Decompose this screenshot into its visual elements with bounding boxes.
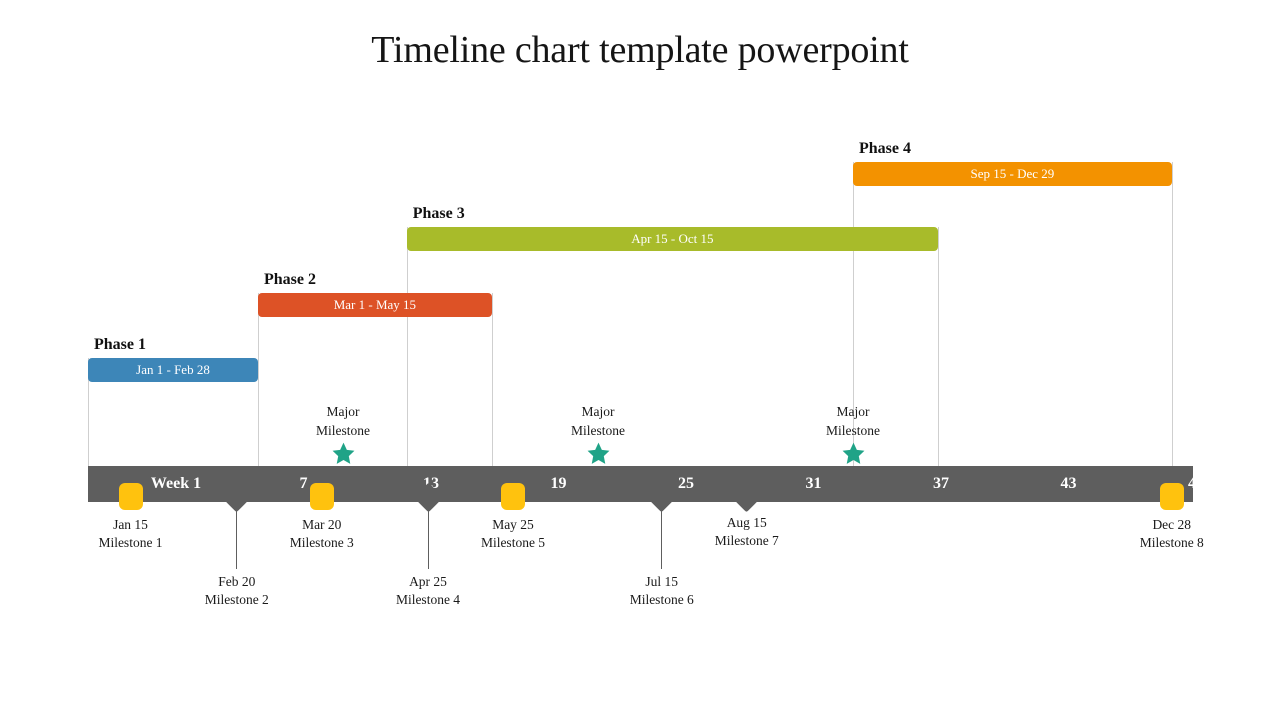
milestone-name: Milestone 6 bbox=[629, 592, 694, 608]
phase-group-3: Phase 3 Apr 15 - Oct 15 bbox=[406, 205, 938, 251]
milestone-7[interactable]: Aug 15 Milestone 7 bbox=[672, 482, 822, 550]
timeline-chart: Phase 1 Jan 1 - Feb 28 Phase 2 Mar 1 - May … bbox=[0, 0, 1280, 720]
milestone-date: Apr 25 bbox=[409, 574, 447, 589]
milestone-date: Feb 20 bbox=[218, 574, 256, 589]
major-milestone-1: Major Milestone bbox=[283, 402, 403, 466]
milestone-connector-line bbox=[236, 511, 238, 569]
milestone-square-marker bbox=[501, 483, 525, 510]
gridline-phase2-start bbox=[258, 293, 259, 466]
milestone-name: Milestone 5 bbox=[480, 535, 546, 551]
milestone-square-marker bbox=[1159, 483, 1184, 510]
major-milestone-2: Major Milestone bbox=[538, 402, 658, 466]
phase-label-3: Phase 3 bbox=[412, 205, 465, 222]
milestone-name: Milestone 7 bbox=[714, 533, 779, 549]
milestone-text: Jul 15 Milestone 6 bbox=[587, 573, 737, 609]
gridline-phase2-end bbox=[492, 293, 493, 466]
major-milestone-label: Major Milestone bbox=[571, 404, 625, 439]
major-milestone-3: Major Milestone bbox=[793, 402, 913, 466]
milestone-square-marker bbox=[309, 483, 334, 510]
phase-bar-1[interactable]: Jan 1 - Feb 28 bbox=[88, 358, 258, 382]
milestone-diamond-marker bbox=[731, 482, 762, 513]
star-icon bbox=[332, 442, 354, 465]
milestone-date: May 25 bbox=[492, 517, 534, 532]
phase-bar-4[interactable]: Sep 15 - Dec 29 bbox=[853, 162, 1172, 186]
major-milestone-label: Major Milestone bbox=[316, 404, 370, 439]
star-icon bbox=[842, 442, 864, 465]
phase-bar-3[interactable]: Apr 15 - Oct 15 bbox=[406, 227, 938, 251]
milestone-text: Aug 15 Milestone 7 bbox=[672, 514, 822, 550]
milestone-date: Aug 15 bbox=[726, 515, 767, 530]
phase-label-2: Phase 2 bbox=[264, 271, 316, 288]
gridline-phase4-end bbox=[1172, 162, 1173, 466]
milestone-text: Feb 20 Milestone 2 bbox=[162, 573, 312, 609]
phase-label-1: Phase 1 bbox=[94, 336, 146, 353]
phase-bar-2[interactable]: Mar 1 - May 15 bbox=[258, 293, 492, 317]
major-milestone-label: Major Milestone bbox=[826, 404, 880, 439]
gridline-phase3-start bbox=[407, 227, 408, 466]
milestone-name: Milestone 4 bbox=[395, 592, 461, 608]
phase-label-4: Phase 4 bbox=[859, 140, 911, 157]
milestone-date: Dec 28 bbox=[1152, 517, 1192, 532]
phase-group-4: Phase 4 Sep 15 - Dec 29 bbox=[853, 140, 1172, 186]
milestone-name: Milestone 8 bbox=[1139, 535, 1204, 551]
phase-group-2: Phase 2 Mar 1 - May 15 bbox=[258, 271, 492, 317]
week-tick-37: 37 bbox=[933, 475, 949, 492]
star-icon bbox=[587, 442, 609, 465]
slide-canvas: Timeline chart template powerpoint Phase… bbox=[0, 0, 1280, 720]
gridline-phase3-end bbox=[938, 227, 939, 466]
milestone-text: May 25 Milestone 5 bbox=[438, 516, 588, 552]
milestone-connector-line bbox=[661, 511, 663, 569]
milestone-text: Dec 28 Milestone 8 bbox=[1097, 516, 1247, 552]
milestone-square-marker bbox=[118, 483, 143, 510]
milestone-connector-line bbox=[427, 511, 429, 569]
milestone-text: Apr 25 Milestone 4 bbox=[353, 573, 503, 609]
milestone-date: Jul 15 bbox=[645, 574, 679, 589]
milestone-5[interactable]: May 25 Milestone 5 bbox=[438, 483, 588, 552]
phase-group-1: Phase 1 Jan 1 - Feb 28 bbox=[88, 336, 258, 382]
milestone-name: Milestone 2 bbox=[204, 592, 269, 608]
milestone-8[interactable]: Dec 28 Milestone 8 bbox=[1097, 483, 1247, 552]
